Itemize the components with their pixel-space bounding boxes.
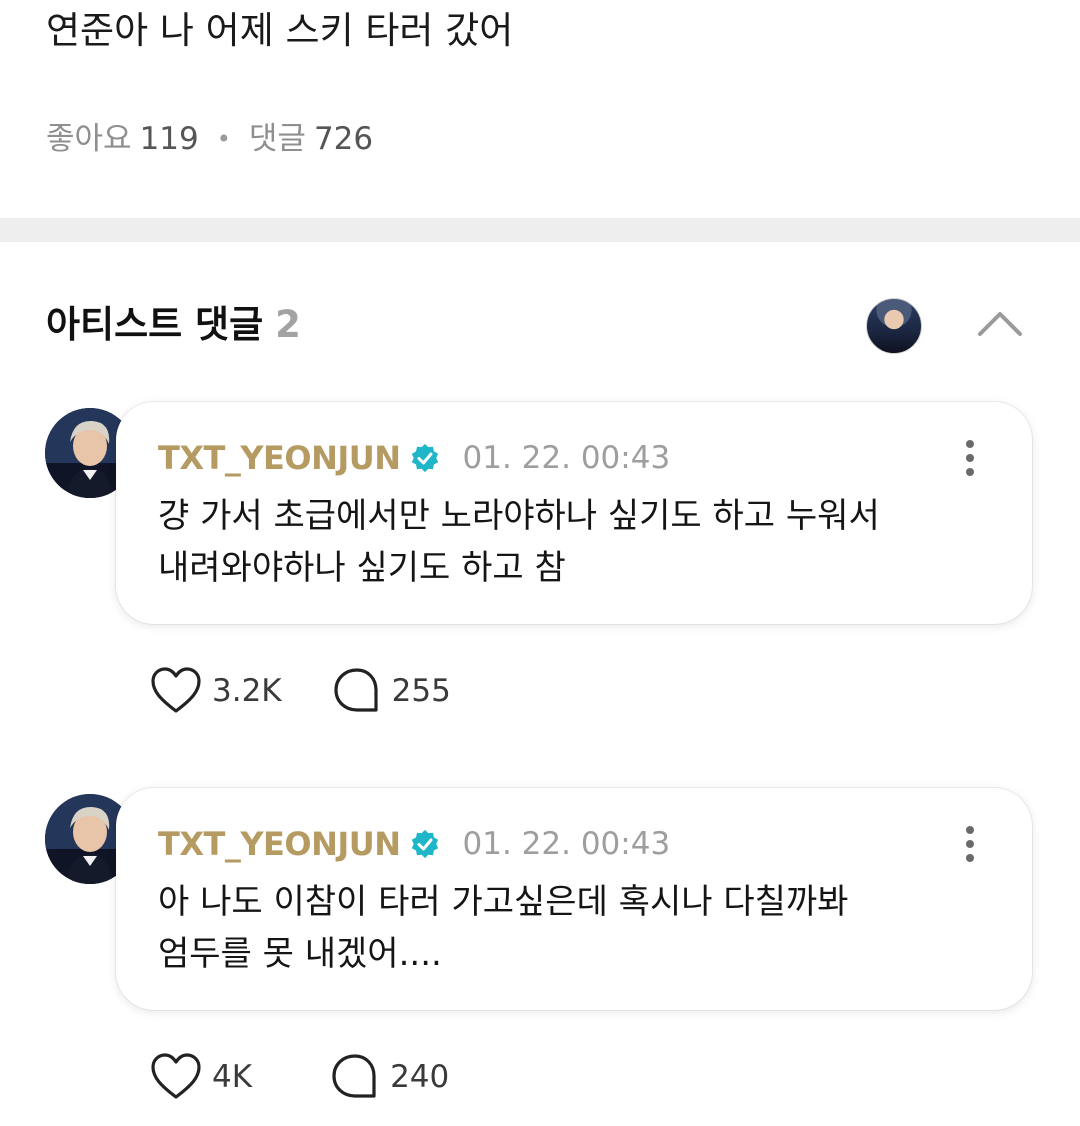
comment-bubble: TXT_YEONJUN 01. 22. 00:43 아 나도 이참이 타러 가고… <box>116 788 1032 1010</box>
comment-line: 엄두를 못 내겠어.... <box>158 934 442 974</box>
artist-avatar[interactable] <box>866 298 922 354</box>
stats-separator: • <box>216 125 231 153</box>
comments-label: 댓글 <box>248 121 306 157</box>
comment-header: TXT_YEONJUN 01. 22. 00:43 <box>158 438 670 478</box>
artist-comments-count: 2 <box>275 303 301 346</box>
verified-badge-icon <box>411 443 438 473</box>
chevron-up-icon <box>978 312 1022 336</box>
like-count: 4K <box>212 1059 253 1095</box>
comment-username[interactable]: TXT_YEONJUN <box>158 439 401 477</box>
reply-count: 255 <box>391 673 451 709</box>
more-vertical-icon <box>966 440 974 476</box>
comment-time: 01. 22. 00:43 <box>462 440 671 476</box>
comment-time: 01. 22. 00:43 <box>462 826 671 862</box>
comments-count: 726 <box>313 121 374 157</box>
artist-comments-label: 아티스트 댓글 <box>46 303 264 346</box>
heart-icon <box>151 667 201 713</box>
artist-comments-title: 아티스트 댓글 2 <box>46 300 301 350</box>
comment-header: TXT_YEONJUN 01. 22. 00:43 <box>158 824 670 864</box>
more-vertical-icon <box>966 826 974 862</box>
likes-label: 좋아요 <box>46 121 132 157</box>
comment-line: 내려와야하나 싶기도 하고 참 <box>158 548 566 588</box>
post-stats: 좋아요 119 • 댓글 726 <box>46 118 373 160</box>
comment-actions: 3.2K 255 <box>150 666 501 716</box>
post-text: 연준아 나 어제 스키 타러 갔어 <box>46 9 514 52</box>
like-button[interactable]: 3.2K <box>150 666 282 716</box>
comment-bubble-icon <box>334 668 378 712</box>
comment-more-button[interactable] <box>944 434 996 482</box>
verified-badge-icon <box>411 829 438 859</box>
heart-icon <box>151 1053 201 1099</box>
comment-username[interactable]: TXT_YEONJUN <box>158 825 401 863</box>
reply-count: 240 <box>390 1059 450 1095</box>
like-count: 3.2K <box>212 673 282 709</box>
comment-line: 걍 가서 초급에서만 노라야하나 싶기도 하고 누워서 <box>158 496 880 536</box>
comment-line: 아 나도 이참이 타러 가고싶은데 혹시나 다칠까봐 <box>158 882 849 922</box>
reply-button[interactable]: 240 <box>330 1052 449 1102</box>
like-button[interactable]: 4K <box>150 1052 252 1102</box>
comment-bubble: TXT_YEONJUN 01. 22. 00:43 걍 가서 초급에서만 노라야… <box>116 402 1032 624</box>
reply-button[interactable]: 255 <box>332 666 451 716</box>
comment-actions: 4K 240 <box>150 1052 499 1102</box>
comment-more-button[interactable] <box>944 820 996 868</box>
section-divider <box>0 218 1080 242</box>
comment-bubble-icon <box>332 1054 376 1098</box>
likes-count: 119 <box>139 121 199 157</box>
comment-body: 아 나도 이참이 타러 가고싶은데 혹시나 다칠까봐 엄두를 못 내겠어.... <box>158 876 978 980</box>
collapse-button[interactable] <box>972 300 1028 348</box>
comment-body: 걍 가서 초급에서만 노라야하나 싶기도 하고 누워서 내려와야하나 싶기도 하… <box>158 490 978 594</box>
